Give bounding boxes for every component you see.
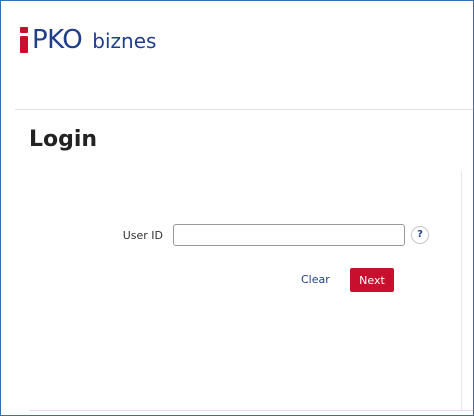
user-id-label: User ID [122,229,163,242]
clear-link[interactable]: Clear [301,273,330,286]
logo-biznes-text: biznes [92,29,157,53]
question-mark-icon: ? [417,229,423,240]
pko-i-logo-icon [20,27,28,53]
header-divider [15,109,473,110]
footer-divider [29,410,473,411]
next-button[interactable]: Next [350,268,394,292]
user-id-input[interactable] [173,224,405,246]
page-title: Login [29,127,98,152]
help-button[interactable]: ? [411,226,429,244]
logo-pko-text: PKO [32,25,83,55]
login-window: PKO biznes Login User ID ? Clear Next [0,0,474,416]
pko-biznes-logo: PKO biznes [20,21,156,53]
